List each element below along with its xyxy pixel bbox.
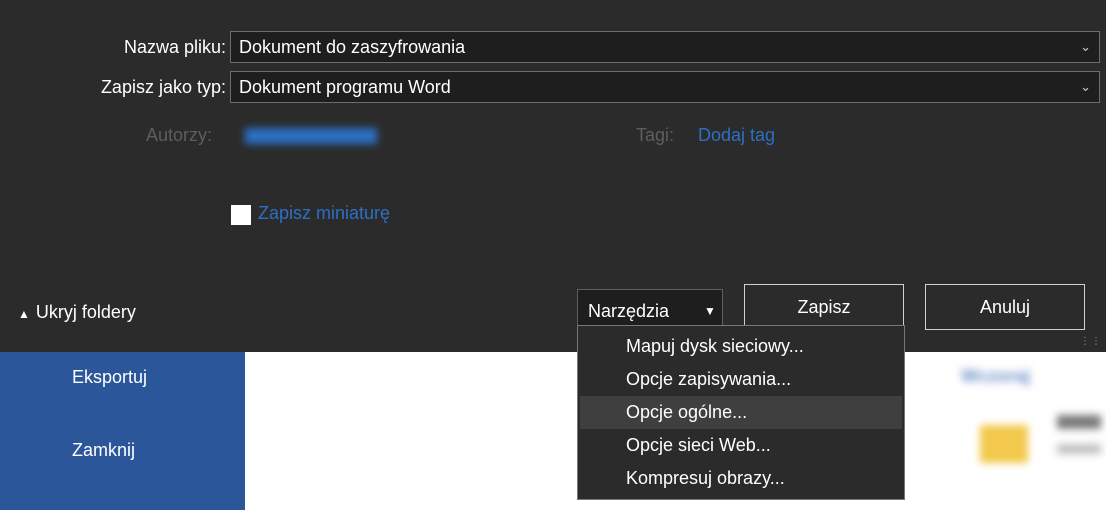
filename-value: Dokument do zaszyfrowania <box>239 37 466 57</box>
tools-menu: Mapuj dysk sieciowy... Opcje zapisywania… <box>577 325 905 500</box>
menu-item-web-options[interactable]: Opcje sieci Web... <box>580 429 902 462</box>
add-tag-link[interactable]: Dodaj tag <box>698 125 775 146</box>
cancel-button[interactable]: Anuluj <box>925 284 1085 330</box>
tags-label: Tagi: <box>636 125 675 145</box>
recent-item-path <box>1057 444 1101 454</box>
save-type-value: Dokument programu Word <box>239 77 451 97</box>
save-button[interactable]: Zapisz <box>744 284 904 330</box>
tools-label: Narzędzia <box>588 301 670 321</box>
folder-icon <box>980 425 1028 463</box>
resize-grip-icon[interactable]: ⋮⋮ <box>1080 336 1102 347</box>
backstage-sidebar: Eksportuj Zamknij <box>0 352 245 510</box>
thumbnail-checkbox[interactable] <box>231 205 251 225</box>
save-as-dialog: Nazwa pliku: Dokument do zaszyfrowania ⌄… <box>0 0 1106 352</box>
menu-item-general-options[interactable]: Opcje ogólne... <box>580 396 902 429</box>
chevron-down-icon[interactable]: ⌄ <box>1080 72 1091 102</box>
sidebar-item-export[interactable]: Eksportuj <box>72 367 147 388</box>
chevron-down-icon[interactable]: ⌄ <box>1080 32 1091 62</box>
save-type-label: Zapisz jako typ: <box>100 77 226 97</box>
menu-item-save-options[interactable]: Opcje zapisywania... <box>580 363 902 396</box>
hide-folders-label: Ukryj foldery <box>35 302 136 322</box>
menu-item-compress-pictures[interactable]: Kompresuj obrazy... <box>580 462 902 495</box>
filename-field[interactable]: Dokument do zaszyfrowania ⌄ <box>230 31 1100 63</box>
sidebar-item-close[interactable]: Zamknij <box>72 440 135 461</box>
recent-heading: Wczoraj <box>961 366 1031 386</box>
authors-value[interactable] <box>245 128 377 144</box>
recent-item-title <box>1057 415 1101 429</box>
thumbnail-label[interactable]: Zapisz miniaturę <box>258 203 390 224</box>
authors-label: Autorzy: <box>146 125 213 145</box>
menu-item-map-drive[interactable]: Mapuj dysk sieciowy... <box>580 330 902 363</box>
filename-label: Nazwa pliku: <box>123 37 226 57</box>
save-type-select[interactable]: Dokument programu Word ⌄ <box>230 71 1100 103</box>
hide-folders-toggle[interactable]: ▲ Ukryj foldery <box>18 302 136 323</box>
chevron-up-icon: ▲ <box>18 307 30 321</box>
